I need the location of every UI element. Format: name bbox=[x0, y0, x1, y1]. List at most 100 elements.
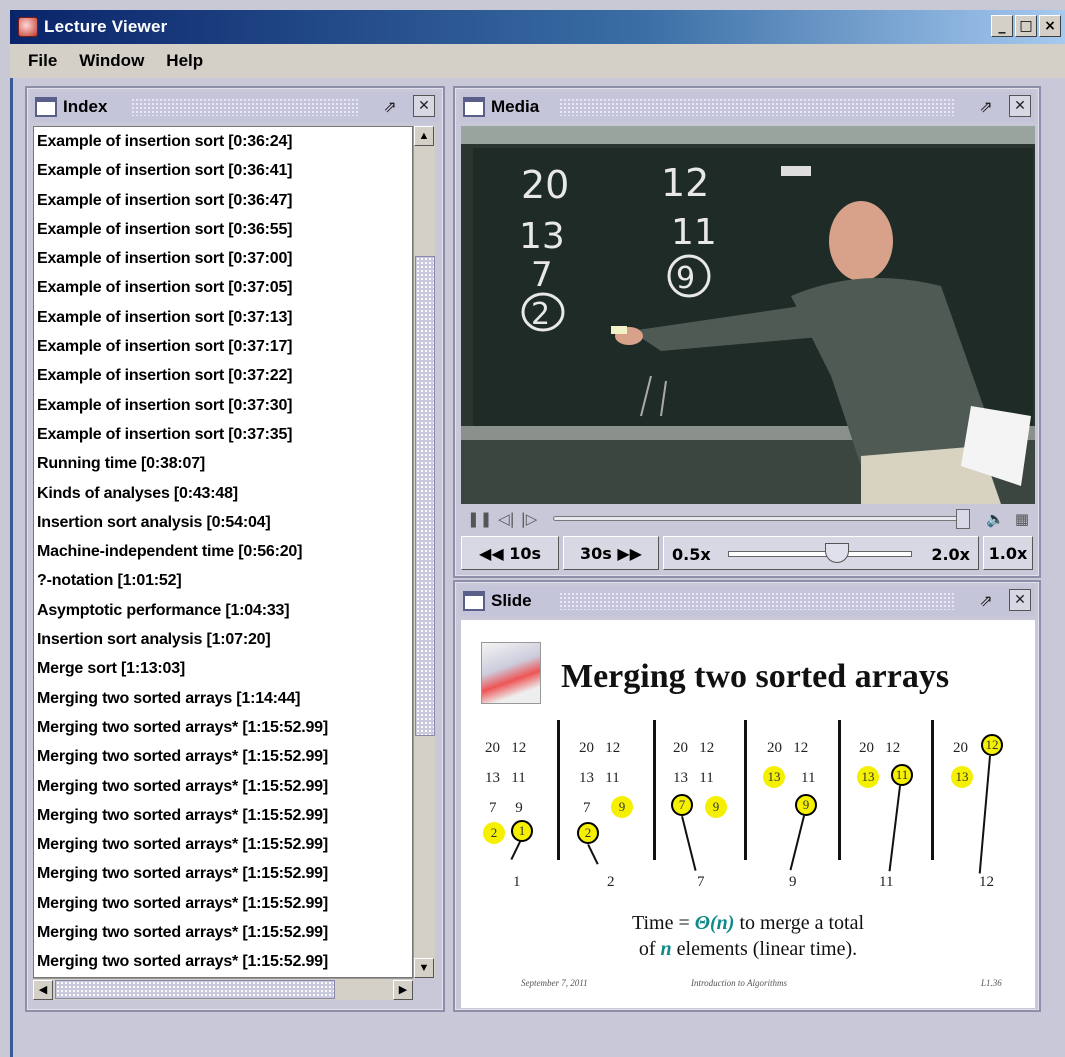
index-list-item[interactable]: Example of insertion sort [0:36:47] bbox=[34, 186, 412, 215]
index-vertical-scrollbar[interactable]: ▲ ▼ bbox=[413, 126, 435, 978]
rewind-10s-button[interactable]: ◀◀ 10s bbox=[461, 536, 559, 570]
pause-icon[interactable]: ❚❚ bbox=[467, 510, 492, 528]
step-forward-icon[interactable]: |▷ bbox=[521, 510, 538, 528]
index-list-item[interactable]: Example of insertion sort [0:37:22] bbox=[34, 361, 412, 390]
index-list[interactable]: Example of insertion sort [0:36:24] Examp… bbox=[33, 126, 413, 978]
merge-result: 1 bbox=[513, 874, 521, 890]
index-list-item[interactable]: Example of insertion sort [0:37:35] bbox=[34, 420, 412, 449]
index-list-item[interactable]: Merging two sorted arrays* [1:15:52.99] bbox=[34, 947, 412, 976]
scroll-right-icon[interactable]: ▶ bbox=[393, 979, 413, 1000]
board-number: 2 bbox=[531, 297, 550, 332]
maximize-button[interactable]: □ bbox=[1015, 15, 1037, 37]
slide-frame-titlebar[interactable]: Slide ⇗ ✕ bbox=[459, 586, 1035, 616]
slide-footer-page: L1.36 bbox=[981, 978, 1002, 988]
speed-slider-handle[interactable] bbox=[825, 543, 849, 563]
window-controls: _ □ × bbox=[991, 15, 1061, 37]
merge-result: 2 bbox=[607, 874, 615, 890]
volume-icon[interactable]: 🔈 bbox=[986, 510, 1005, 528]
frame-window-icon bbox=[463, 591, 485, 611]
scroll-down-icon[interactable]: ▼ bbox=[414, 958, 434, 978]
speed-control: 0.5x 2.0x bbox=[663, 536, 979, 570]
speed-min-label: 0.5x bbox=[672, 545, 711, 564]
index-frame-title: Index bbox=[63, 97, 112, 117]
index-list-item[interactable]: Example of insertion sort [0:36:41] bbox=[34, 156, 412, 185]
index-list-item[interactable]: Merging two sorted arrays* [1:15:52.99] bbox=[34, 772, 412, 801]
media-frame: Media ⇗ ✕ 20 13 7 2 12 11 9 ❚❚ ◁| |▷ 🔈 ▦… bbox=[453, 86, 1041, 578]
minimize-button[interactable]: _ bbox=[991, 15, 1013, 37]
app-titlebar[interactable]: Lecture Viewer _ □ × bbox=[10, 10, 1065, 44]
index-list-item[interactable]: Merging two sorted arrays* [1:15:52.99] bbox=[34, 713, 412, 742]
index-list-item[interactable]: Merging two sorted arrays* [1:15:52.99] bbox=[34, 918, 412, 947]
index-list-item[interactable]: Merging two sorted arrays* [1:15:52.99] bbox=[34, 859, 412, 888]
index-list-item[interactable]: Example of insertion sort [0:37:13] bbox=[34, 303, 412, 332]
index-list-item[interactable]: Running time [0:38:07] bbox=[34, 449, 412, 478]
index-list-item[interactable]: Example of insertion sort [0:37:17] bbox=[34, 332, 412, 361]
seek-slider[interactable] bbox=[553, 509, 970, 529]
close-icon[interactable]: ✕ bbox=[1009, 589, 1031, 611]
menu-file[interactable]: File bbox=[28, 51, 57, 71]
app-icon bbox=[18, 17, 38, 37]
film-icon[interactable]: ▦ bbox=[1015, 510, 1029, 528]
index-horizontal-scrollbar[interactable]: ◀ ▶ bbox=[33, 978, 413, 1000]
index-list-item[interactable]: Merging two sorted arrays* [1:15:52.99] bbox=[34, 742, 412, 771]
close-icon[interactable]: ✕ bbox=[1009, 95, 1031, 117]
board-number: 11 bbox=[671, 212, 717, 253]
speed-reset-button[interactable]: 1.0x bbox=[983, 536, 1033, 570]
slide-footer-course: Introduction to Algorithms bbox=[691, 978, 788, 988]
index-list-item[interactable]: ?-notation [1:01:52] bbox=[34, 566, 412, 595]
menu-bar: File Window Help bbox=[10, 44, 1065, 78]
index-list-item[interactable]: Example of insertion sort [0:37:05] bbox=[34, 273, 412, 302]
index-list-item[interactable]: Merging two sorted arrays [1:14:44] bbox=[34, 684, 412, 713]
index-list-item[interactable]: Example of insertion sort [0:37:00] bbox=[34, 244, 412, 273]
horizontal-scroll-thumb[interactable] bbox=[55, 980, 335, 999]
menu-window[interactable]: Window bbox=[79, 51, 144, 71]
maximize-icon[interactable]: ⇗ bbox=[975, 589, 997, 611]
video-frame-image: 20 13 7 2 12 11 9 bbox=[461, 126, 1035, 504]
playback-controls: ◀◀ 10s 30s ▶▶ 0.5x 2.0x 1.0x bbox=[461, 536, 1035, 572]
merge-result: 12 bbox=[979, 874, 994, 890]
merge-result: 7 bbox=[697, 874, 705, 890]
index-list-item[interactable]: Asymptotic performance [1:04:33] bbox=[34, 596, 412, 625]
maximize-icon[interactable]: ⇗ bbox=[975, 95, 997, 117]
index-list-item[interactable]: Insertion sort analysis [0:54:04] bbox=[34, 508, 412, 537]
menu-help[interactable]: Help bbox=[166, 51, 203, 71]
close-button[interactable]: × bbox=[1039, 15, 1061, 37]
index-list-item[interactable]: Kinds of analyses [0:43:48] bbox=[34, 479, 412, 508]
scroll-left-icon[interactable]: ◀ bbox=[33, 979, 53, 1000]
scroll-thumb[interactable] bbox=[415, 256, 435, 736]
board-number: 20 bbox=[521, 163, 569, 207]
scroll-up-icon[interactable]: ▲ bbox=[414, 126, 434, 146]
index-list-item[interactable]: Merging two sorted arrays* [1:15:52.99] bbox=[34, 801, 412, 830]
index-list-item[interactable]: Machine-independent time [0:56:20] bbox=[34, 537, 412, 566]
step-back-icon[interactable]: ◁| bbox=[498, 510, 515, 528]
forward-30s-button[interactable]: 30s ▶▶ bbox=[563, 536, 659, 570]
index-frame-titlebar[interactable]: Index ⇗ ✕ bbox=[31, 92, 439, 122]
close-icon[interactable]: ✕ bbox=[413, 95, 435, 117]
slide-content: Merging two sorted arrays 20 12 13 11 7 … bbox=[461, 620, 1035, 1008]
frame-window-icon bbox=[463, 97, 485, 117]
slide-frame-title: Slide bbox=[491, 591, 536, 611]
index-list-item[interactable]: Example of insertion sort [0:36:24] bbox=[34, 127, 412, 156]
seek-slider-handle[interactable] bbox=[956, 509, 970, 529]
index-list-item[interactable]: Merge sort [1:13:03] bbox=[34, 654, 412, 683]
index-list-item[interactable]: Merging two sorted arrays* [1:15:52.99] bbox=[34, 889, 412, 918]
book-cover-image bbox=[481, 642, 541, 704]
index-list-item[interactable]: Insertion sort analysis [1:07:20] bbox=[34, 625, 412, 654]
index-list-item[interactable]: Example of insertion sort [0:37:30] bbox=[34, 391, 412, 420]
index-frame: Index ⇗ ✕ Example of insertion sort [0:3… bbox=[25, 86, 445, 1012]
transport-bar: ❚❚ ◁| |▷ 🔈 ▦ bbox=[461, 506, 1035, 532]
index-list-item[interactable]: Merging two sorted arrays* [1:15:52.99] bbox=[34, 830, 412, 859]
video-player[interactable]: 20 13 7 2 12 11 9 bbox=[461, 126, 1035, 504]
maximize-icon[interactable]: ⇗ bbox=[379, 95, 401, 117]
slide-frame: Slide ⇗ ✕ Merging two sorted arrays 20 1… bbox=[453, 580, 1041, 1012]
media-frame-titlebar[interactable]: Media ⇗ ✕ bbox=[459, 92, 1035, 122]
slide-footer-date: September 7, 2011 bbox=[521, 978, 588, 988]
index-list-item[interactable]: Example of insertion sort [0:36:55] bbox=[34, 215, 412, 244]
desktop-pane: Index ⇗ ✕ Example of insertion sort [0:3… bbox=[10, 78, 1065, 1057]
board-number: 13 bbox=[519, 216, 565, 257]
merge-result: 11 bbox=[879, 874, 894, 890]
slide-caption-line1: Time = Θ(n) to merge a total bbox=[631, 912, 865, 934]
speed-max-label: 2.0x bbox=[931, 545, 970, 564]
speed-slider[interactable] bbox=[728, 543, 912, 563]
board-number: 7 bbox=[531, 255, 553, 295]
